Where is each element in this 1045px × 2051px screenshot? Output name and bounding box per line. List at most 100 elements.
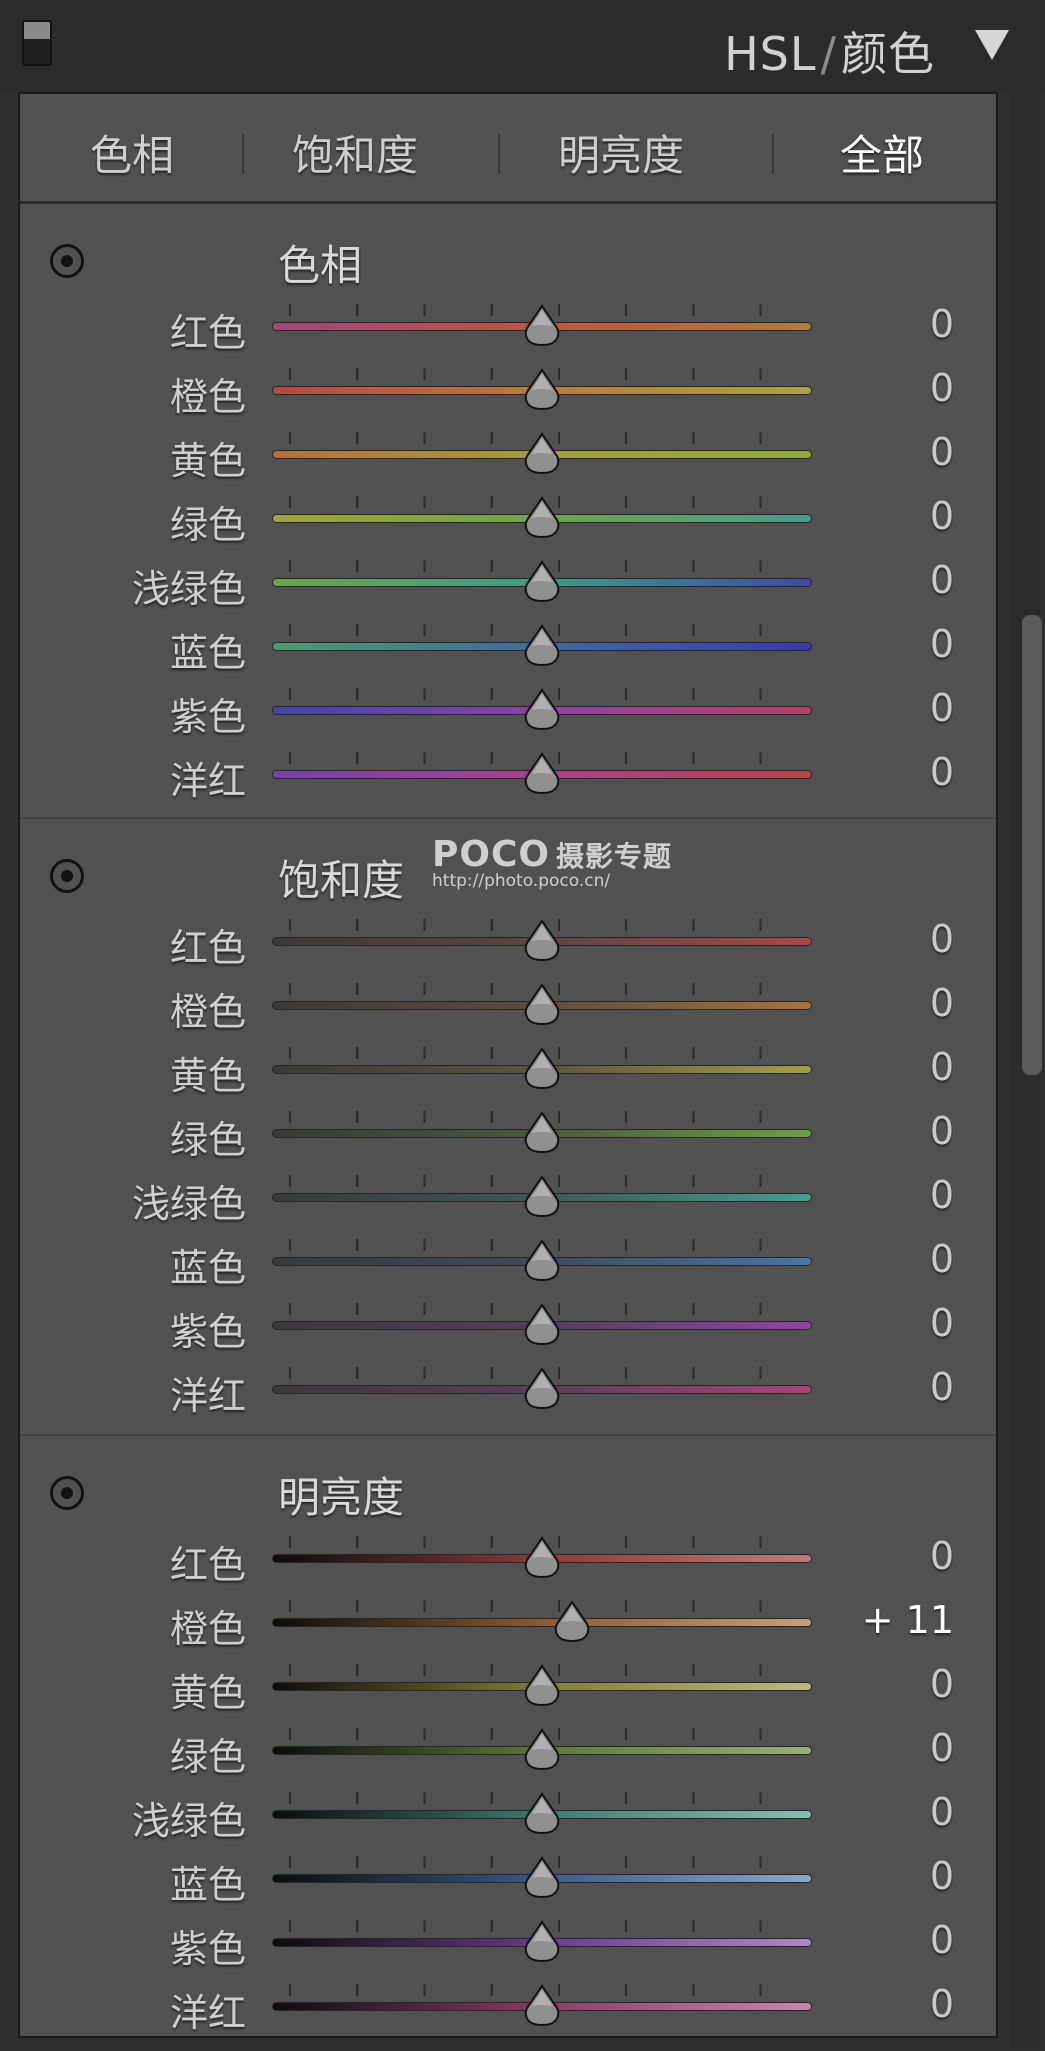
watermark: POCO 摄影专题 http://photo.poco.cn/ bbox=[432, 834, 672, 891]
scrollbar-thumb[interactable] bbox=[1022, 615, 1042, 1075]
slider-row: 洋红 0 bbox=[20, 1972, 996, 2036]
target-adjust-icon[interactable] bbox=[50, 859, 84, 893]
slider-value[interactable]: 0 bbox=[930, 366, 954, 410]
slider-thumb[interactable] bbox=[524, 1111, 560, 1155]
slider-value[interactable]: 0 bbox=[930, 1109, 954, 1153]
slider-ticks bbox=[272, 1600, 812, 1612]
slider-value[interactable]: 0 bbox=[930, 1045, 954, 1089]
slider-thumb[interactable] bbox=[524, 1856, 560, 1900]
slider-label: 黄色 bbox=[169, 1671, 246, 1715]
slider-value[interactable]: 0 bbox=[930, 1790, 954, 1834]
slider-value[interactable]: + 11 bbox=[862, 1598, 954, 1642]
slider-thumb[interactable] bbox=[524, 1047, 560, 1091]
slider-thumb[interactable] bbox=[524, 983, 560, 1027]
panel-switch-icon[interactable] bbox=[22, 20, 52, 66]
slider-thumb[interactable] bbox=[524, 919, 560, 963]
tab-saturation[interactable]: 饱和度 bbox=[292, 122, 418, 183]
slider-value[interactable]: 0 bbox=[930, 1301, 954, 1345]
slider-row: 黄色 0 bbox=[20, 1035, 996, 1099]
tab-divider bbox=[242, 134, 244, 174]
slider-row: 蓝色 0 bbox=[20, 1227, 996, 1291]
slider-thumb[interactable] bbox=[524, 496, 560, 540]
slider-thumb[interactable] bbox=[524, 1175, 560, 1219]
slider-row: 紫色 0 bbox=[20, 1291, 996, 1355]
tab-divider bbox=[772, 134, 774, 174]
slider-row: 紫色 0 bbox=[20, 1908, 996, 1972]
slider-value[interactable]: 0 bbox=[930, 1726, 954, 1770]
slider-row: 洋红 0 bbox=[20, 1355, 996, 1419]
slider-value[interactable]: 0 bbox=[930, 558, 954, 602]
slider-thumb[interactable] bbox=[524, 1239, 560, 1283]
slider-thumb[interactable] bbox=[524, 1664, 560, 1708]
slider-label: 紫色 bbox=[169, 1927, 246, 1971]
slider-row: 橙色 0 bbox=[20, 971, 996, 1035]
slider-row: 红色 0 bbox=[20, 1524, 996, 1588]
panel-title-color[interactable]: 颜色 bbox=[841, 27, 935, 81]
slider-value[interactable]: 0 bbox=[930, 750, 954, 794]
slider-label: 洋红 bbox=[169, 1991, 246, 2035]
watermark-brand-cn: 摄影专题 bbox=[556, 840, 673, 873]
slider-row: 橙色 0 bbox=[20, 356, 996, 420]
slider-value[interactable]: 0 bbox=[930, 1237, 954, 1281]
slider-label: 黄色 bbox=[169, 1054, 246, 1098]
slider-value[interactable]: 0 bbox=[930, 1662, 954, 1706]
slider-label: 紫色 bbox=[169, 695, 246, 739]
slider-value[interactable]: 0 bbox=[930, 1918, 954, 1962]
slider-row: 红色 0 bbox=[20, 907, 996, 971]
slider-thumb[interactable] bbox=[524, 560, 560, 604]
slider-row: 红色 0 bbox=[20, 292, 996, 356]
slider-label: 橙色 bbox=[169, 1607, 246, 1651]
slider-thumb[interactable] bbox=[524, 752, 560, 796]
slider-row: 橙色 + 11 bbox=[20, 1588, 996, 1652]
tab-all[interactable]: 全部 bbox=[840, 122, 924, 183]
slider-row: 紫色 0 bbox=[20, 676, 996, 740]
slider-thumb[interactable] bbox=[524, 1792, 560, 1836]
slider-value[interactable]: 0 bbox=[930, 622, 954, 666]
slider-row: 黄色 0 bbox=[20, 420, 996, 484]
collapse-triangle-icon[interactable] bbox=[975, 30, 1009, 60]
slider-value[interactable]: 0 bbox=[930, 1534, 954, 1578]
slider-row: 绿色 0 bbox=[20, 484, 996, 548]
slider-label: 绿色 bbox=[169, 1735, 246, 1779]
slider-thumb[interactable] bbox=[524, 1536, 560, 1580]
slider-thumb[interactable] bbox=[524, 432, 560, 476]
slider-value[interactable]: 0 bbox=[930, 981, 954, 1025]
tab-divider bbox=[498, 134, 500, 174]
panel-title[interactable]: HSL/颜色 bbox=[724, 18, 935, 84]
section-title: 色相 bbox=[278, 241, 363, 290]
slider-value[interactable]: 0 bbox=[930, 686, 954, 730]
tab-hue[interactable]: 色相 bbox=[90, 122, 174, 183]
slider-thumb[interactable] bbox=[524, 1303, 560, 1347]
slider-row: 浅绿色 0 bbox=[20, 1163, 996, 1227]
tab-luminance[interactable]: 明亮度 bbox=[558, 122, 684, 183]
slider-value[interactable]: 0 bbox=[930, 917, 954, 961]
slider-label: 红色 bbox=[169, 1543, 246, 1587]
slider-value[interactable]: 0 bbox=[930, 494, 954, 538]
slider-thumb[interactable] bbox=[524, 368, 560, 412]
slider-thumb[interactable] bbox=[524, 1920, 560, 1964]
slider-label: 蓝色 bbox=[169, 631, 246, 675]
slider-thumb[interactable] bbox=[524, 688, 560, 732]
slider-value[interactable]: 0 bbox=[930, 1173, 954, 1217]
slider-thumb[interactable] bbox=[554, 1600, 590, 1644]
target-adjust-icon[interactable] bbox=[50, 1476, 84, 1510]
slider-thumb[interactable] bbox=[524, 1728, 560, 1772]
section-divider bbox=[20, 1434, 996, 1436]
slider-value[interactable]: 0 bbox=[930, 1854, 954, 1898]
target-adjust-icon[interactable] bbox=[50, 244, 84, 278]
slider-value[interactable]: 0 bbox=[930, 430, 954, 474]
watermark-brand-en: POCO bbox=[432, 834, 551, 875]
slider-label: 浅绿色 bbox=[131, 1799, 246, 1843]
slider-label: 绿色 bbox=[169, 1118, 246, 1162]
slider-value[interactable]: 0 bbox=[930, 1365, 954, 1409]
panel-title-hsl[interactable]: HSL bbox=[724, 27, 816, 81]
slider-thumb[interactable] bbox=[524, 304, 560, 348]
slider-value[interactable]: 0 bbox=[930, 302, 954, 346]
slider-thumb[interactable] bbox=[524, 1367, 560, 1411]
slider-track[interactable] bbox=[272, 1618, 812, 1627]
slider-value[interactable]: 0 bbox=[930, 1982, 954, 2026]
slider-row: 绿色 0 bbox=[20, 1716, 996, 1780]
slider-row: 浅绿色 0 bbox=[20, 548, 996, 612]
slider-thumb[interactable] bbox=[524, 1984, 560, 2028]
slider-thumb[interactable] bbox=[524, 624, 560, 668]
